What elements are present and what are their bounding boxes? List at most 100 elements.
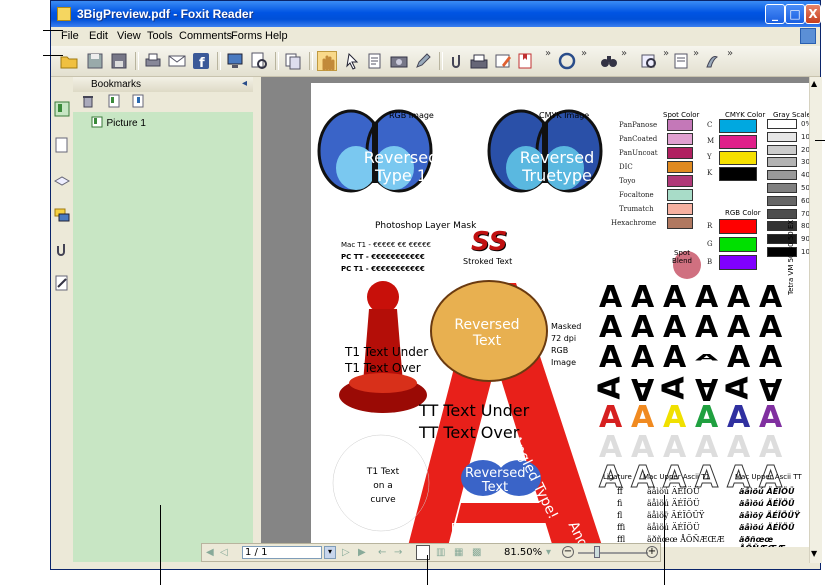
scroll-up-icon[interactable]: ▲ [811, 79, 817, 88]
save-as-icon[interactable] [109, 51, 129, 71]
attachments-panel-icon[interactable] [54, 241, 70, 257]
page-dropdown-icon[interactable]: ▾ [324, 546, 336, 559]
save-icon[interactable] [85, 51, 105, 71]
glyph-a: A [663, 400, 687, 435]
binoculars-icon[interactable] [599, 51, 619, 71]
menu-view[interactable]: View [117, 30, 141, 42]
spot-color-swatch [667, 161, 693, 173]
spot-color-swatch [667, 147, 693, 159]
spot-color-swatch [667, 175, 693, 187]
gray-swatch [767, 157, 797, 168]
comments-panel-icon[interactable] [54, 207, 70, 223]
delete-bookmark-icon[interactable] [81, 94, 95, 111]
glyph-a: A [759, 430, 783, 465]
facing-icon[interactable]: ▦ [454, 547, 463, 558]
open-folder-icon[interactable] [59, 51, 79, 71]
panel-splitter[interactable] [253, 77, 261, 563]
bookmark-page-icon[interactable] [515, 51, 535, 71]
glyph-a: A [727, 280, 751, 315]
maximize-button[interactable]: □ [785, 4, 805, 24]
facebook-icon[interactable]: f [191, 51, 211, 71]
last-page-icon[interactable]: ▶ [358, 547, 366, 558]
typewriter-icon[interactable] [469, 51, 489, 71]
select-arrow-icon[interactable] [343, 51, 363, 71]
gray-percent: 0% [801, 120, 809, 128]
reversed-type1-text: Reversed Type 1 [363, 148, 439, 185]
zoom-slider-thumb[interactable] [594, 546, 600, 558]
zoom-tool-icon[interactable] [639, 51, 659, 71]
go-forward-icon[interactable]: → [394, 547, 402, 558]
toolbar: f » » » » » » [51, 46, 820, 77]
scroll-down-icon[interactable]: ▼ [811, 549, 817, 558]
gray-swatch [767, 183, 797, 193]
cmyk-letter: M [707, 137, 715, 145]
next-page-icon[interactable]: ▷ [342, 547, 350, 558]
toolbar-more-2[interactable]: » [581, 48, 587, 59]
pencil-icon[interactable] [413, 51, 433, 71]
vertical-scrollbar[interactable]: ▲ ▼ [809, 77, 822, 563]
menu-forms[interactable]: Forms [231, 30, 262, 42]
restore-doc-icon[interactable] [800, 28, 816, 44]
toolbar-more-1[interactable]: » [545, 48, 551, 59]
expand-bookmark-icon[interactable] [131, 94, 145, 111]
menu-edit[interactable]: Edit [89, 30, 108, 42]
title-bar[interactable]: 3BigPreview.pdf - Foxit Reader _ □ X [51, 1, 821, 27]
ascii-tt-sample: äåìöú ÄÉÏÖÜ [739, 523, 795, 532]
spot-color-name: PanCoated [619, 135, 658, 143]
collapse-panel-button[interactable]: ◂ [242, 78, 247, 89]
prev-page-icon[interactable]: ◁ [220, 547, 228, 558]
toolbar-more-4[interactable]: » [663, 48, 669, 59]
zoom-in-icon[interactable]: + [646, 546, 658, 558]
cmyk-swatch [719, 119, 757, 133]
add-bookmark-icon[interactable] [107, 94, 121, 111]
layers-panel-icon[interactable] [53, 173, 71, 189]
hand-tool-icon[interactable] [317, 51, 337, 71]
form-edit-icon[interactable] [493, 51, 513, 71]
callout-line-status [427, 555, 428, 585]
signatures-panel-icon[interactable] [54, 275, 70, 291]
zoom-slider-track[interactable] [578, 552, 648, 554]
close-button[interactable]: X [805, 4, 821, 24]
menu-file[interactable]: File [61, 30, 79, 42]
go-back-icon[interactable]: ← [378, 547, 386, 558]
circle-tool-icon[interactable] [557, 51, 577, 71]
app-icon [57, 7, 71, 21]
cmyk-letter: Y [707, 153, 712, 161]
toolbar-more-6[interactable]: » [727, 48, 733, 59]
find-doc-icon[interactable] [249, 51, 269, 71]
page-number-input[interactable]: 1 / 1 [242, 546, 322, 559]
document-viewport[interactable]: RGB Image CMYK Image Reversed Type 1 Rev… [261, 77, 809, 547]
window-title: 3BigPreview.pdf - Foxit Reader [77, 7, 254, 21]
glyph-a: A [695, 371, 719, 406]
cont-facing-icon[interactable]: ▩ [472, 547, 481, 558]
pages-icon[interactable] [283, 51, 303, 71]
sign-icon[interactable] [703, 51, 723, 71]
monitor-icon[interactable] [225, 51, 245, 71]
continuous-icon[interactable]: ▥ [436, 547, 445, 558]
bookmark-item[interactable]: Picture 1 [91, 116, 146, 131]
minimize-button[interactable]: _ [765, 4, 785, 24]
pages-panel-icon[interactable] [54, 137, 70, 153]
cmyk-image-label: CMYK Image [539, 111, 590, 120]
spot-blend-label: Spot Blend [672, 249, 692, 265]
menu-help[interactable]: Help [265, 30, 288, 42]
first-page-icon[interactable]: ◀ [206, 547, 214, 558]
zoom-out-icon[interactable]: − [562, 546, 574, 558]
navigation-strip [51, 77, 74, 561]
cmyk-swatch [719, 167, 757, 181]
menu-tools[interactable]: Tools [147, 30, 173, 42]
print-icon[interactable] [143, 51, 163, 71]
callout-line-scroll [815, 140, 825, 141]
doc-properties-icon[interactable] [671, 51, 691, 71]
bookmarks-panel-icon[interactable] [54, 101, 70, 117]
zoom-dropdown-icon[interactable]: ▾ [546, 547, 551, 558]
menu-comments[interactable]: Comments [179, 30, 232, 42]
toolbar-more-5[interactable]: » [693, 48, 699, 59]
toolbar-more-3[interactable]: » [621, 48, 627, 59]
select-text-icon[interactable] [365, 51, 385, 71]
gray-percent: 20% [801, 145, 809, 154]
reversed-text-bottom: Reversed Text [465, 466, 526, 495]
snapshot-icon[interactable] [389, 51, 409, 71]
attachment-icon[interactable] [447, 51, 467, 71]
email-icon[interactable] [167, 51, 187, 71]
